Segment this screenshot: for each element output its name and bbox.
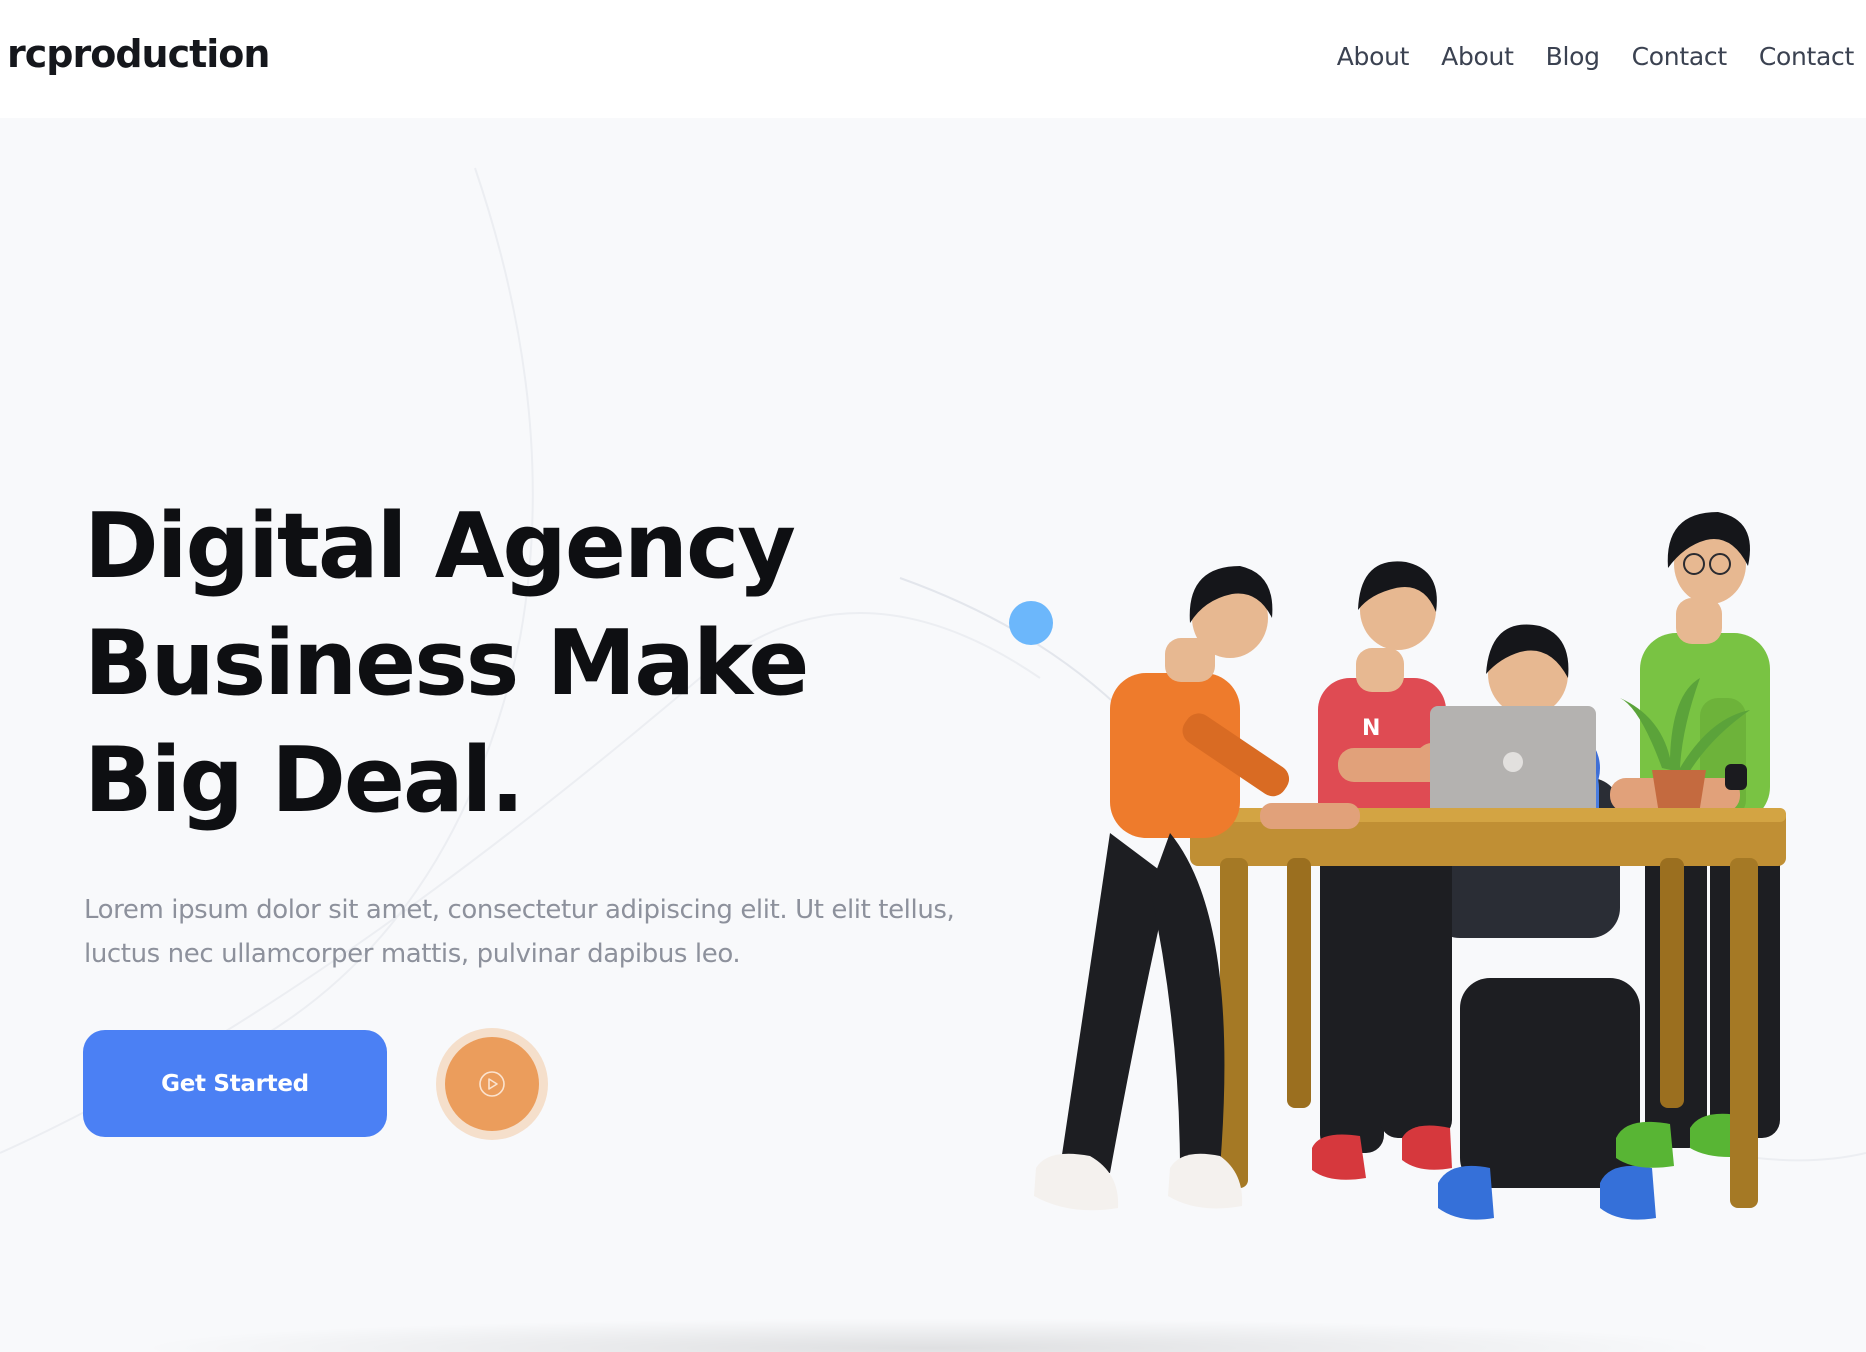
hero-headline: Digital Agency Business Make Big Deal. xyxy=(84,488,884,839)
brand-logo[interactable]: rcproduction xyxy=(7,32,270,76)
headline-line-3: Big Deal. xyxy=(84,728,525,833)
nav-link-blog[interactable]: Blog xyxy=(1546,42,1600,71)
headline-line-2: Business Make xyxy=(84,611,809,716)
play-circle-icon xyxy=(479,1071,505,1097)
top-navbar: rcproduction About About Blog Contact Co… xyxy=(0,0,1866,118)
nav-link-about[interactable]: About xyxy=(1337,42,1410,71)
main-nav: About About Blog Contact Contact xyxy=(1305,42,1855,71)
team-at-desk-illustration: N xyxy=(1034,512,1786,1220)
headline-line-1: Digital Agency xyxy=(84,494,796,599)
play-video-button[interactable] xyxy=(436,1028,548,1140)
nav-link-about-2[interactable]: About xyxy=(1441,42,1514,71)
nav-link-contact-2[interactable]: Contact xyxy=(1759,42,1854,71)
play-button-inner[interactable] xyxy=(445,1037,539,1131)
get-started-button[interactable]: Get Started xyxy=(83,1030,387,1137)
nav-link-contact[interactable]: Contact xyxy=(1632,42,1727,71)
hero-description: Lorem ipsum dolor sit amet, consectetur … xyxy=(84,895,955,969)
hero-section: Digital Agency Business Make Big Deal. L… xyxy=(0,118,1866,1352)
shirt-letter: N xyxy=(1362,716,1380,741)
